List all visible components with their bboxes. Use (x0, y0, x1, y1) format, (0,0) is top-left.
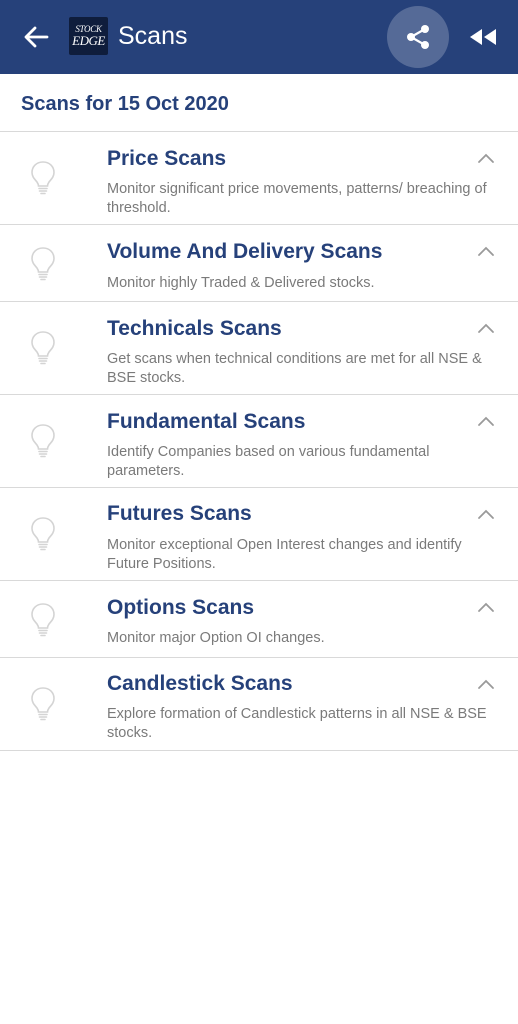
rewind-button[interactable] (462, 17, 504, 57)
page-title: Scans (118, 22, 188, 50)
scan-description: Monitor exceptional Open Interest change… (107, 537, 462, 572)
scan-item-price[interactable]: Price Scans Monitor significant price mo… (0, 132, 518, 225)
scan-item-fundamental[interactable]: Fundamental Scans Identify Companies bas… (0, 395, 518, 488)
scan-description: Monitor highly Traded & Delivered stocks… (107, 275, 375, 291)
scan-title: Candlestick Scans (107, 672, 293, 695)
chevron-up-icon[interactable] (475, 507, 497, 521)
scan-item-options[interactable]: Options Scans Monitor major Option OI ch… (0, 581, 518, 658)
chevron-up-icon[interactable] (475, 321, 497, 335)
scan-title: Options Scans (107, 596, 255, 619)
chevron-up-icon[interactable] (475, 244, 497, 258)
lightbulb-icon (31, 424, 55, 458)
share-icon (407, 25, 429, 49)
scan-description: Explore formation of Candlestick pattern… (107, 706, 487, 741)
lightbulb-icon (31, 331, 55, 365)
lightbulb-icon (31, 603, 55, 637)
chevron-up-icon[interactable] (475, 677, 497, 691)
scan-item-technicals[interactable]: Technicals Scans Get scans when technica… (0, 302, 518, 395)
scan-title: Technicals Scans (107, 317, 282, 340)
chevron-up-icon[interactable] (475, 414, 497, 428)
scan-description: Monitor significant price movements, pat… (107, 181, 487, 216)
lightbulb-icon (31, 161, 55, 195)
scan-item-candlestick[interactable]: Candlestick Scans Explore formation of C… (0, 658, 518, 751)
scan-title: Fundamental Scans (107, 410, 306, 433)
chevron-up-icon[interactable] (475, 151, 497, 165)
lightbulb-icon (31, 247, 55, 281)
section-title: Scans for 15 Oct 2020 (21, 93, 229, 115)
section-header: Scans for 15 Oct 2020 (0, 74, 518, 132)
arrow-left-icon (24, 26, 49, 48)
scan-description: Monitor major Option OI changes. (107, 630, 325, 646)
rewind-icon (470, 29, 496, 45)
chevron-up-icon[interactable] (475, 600, 497, 614)
scan-item-futures[interactable]: Futures Scans Monitor exceptional Open I… (0, 488, 518, 581)
lightbulb-icon (31, 517, 55, 551)
app-bar: STOCK EDGE Scans (0, 0, 518, 74)
logo-line-2: EDGE (72, 33, 105, 48)
scan-title: Futures Scans (107, 502, 252, 525)
scan-description: Identify Companies based on various fund… (107, 444, 430, 479)
scan-title: Price Scans (107, 147, 227, 170)
lightbulb-icon (31, 687, 55, 721)
scan-description: Get scans when technical conditions are … (107, 351, 482, 386)
scan-title: Volume And Delivery Scans (107, 240, 383, 263)
share-button[interactable] (387, 6, 449, 68)
stockedge-logo: STOCK EDGE (69, 17, 108, 55)
back-button[interactable] (14, 17, 58, 57)
scan-item-volume-delivery[interactable]: Volume And Delivery Scans Monitor highly… (0, 225, 518, 302)
